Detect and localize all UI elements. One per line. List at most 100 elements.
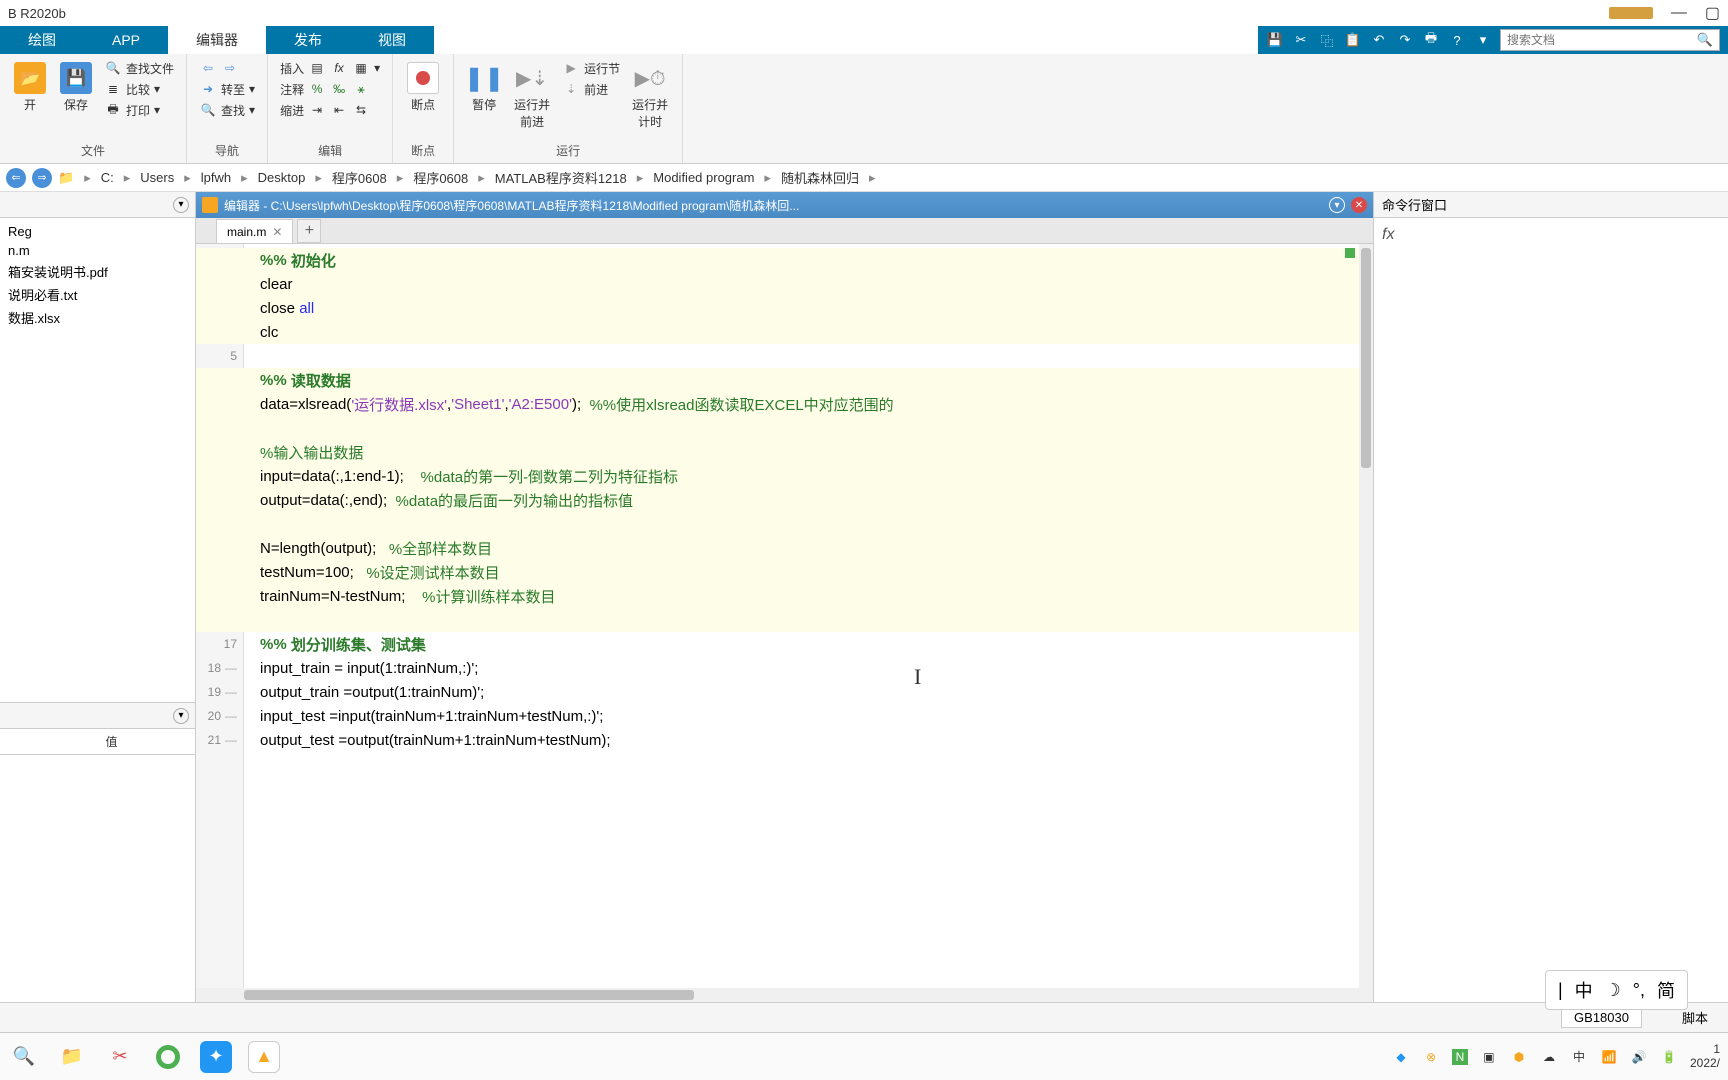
taskbar: 🔍 📁 ✂ ✦ ▲ ◆ ⊗ N ▣ ⬢ ☁ 中 📶 🔊 🔋 1 2022/ (0, 1032, 1728, 1080)
editor-titlebar[interactable]: 编辑器 - C:\Users\lpfwh\Desktop\程序0608\程序06… (196, 192, 1373, 218)
workspace-col-value[interactable]: 值 (98, 729, 196, 754)
minimize-button[interactable]: — (1671, 4, 1687, 22)
pause-button[interactable]: ❚❚ 暂停 (464, 58, 504, 134)
tray-lang[interactable]: 中 (1570, 1048, 1588, 1066)
code-body[interactable]: %% 初始化 clear close all clc %% 读取数据 data=… (244, 244, 1373, 988)
wifi-icon[interactable]: 📶 (1600, 1048, 1618, 1066)
tray-icon[interactable]: N (1452, 1049, 1468, 1065)
ribbon-edit-group: 插入 ▤fx▦▾ 注释 %‰⚹ 缩进 ⇥⇤⇆ 编辑 (268, 54, 393, 163)
text-cursor-icon: I (914, 664, 921, 690)
file-list[interactable]: Reg n.m 箱安装说明书.pdf 说明必看.txt 数据.xlsx (0, 218, 195, 702)
ribbon: 📂 开 💾 保存 🔍查找文件 ≣比较▾ 🖶打印▾ 文件 ⇦⇨ ➜转至▾ 🔍查找▾… (0, 54, 1728, 164)
save-icon[interactable]: 💾 (1266, 31, 1284, 49)
maximize-button[interactable]: ▢ (1705, 3, 1720, 23)
editor-menu-icon[interactable]: ▾ (1329, 197, 1345, 213)
address-bar[interactable]: ⇐ ⇒ 📁 ▸C: ▸Users ▸lpfwh ▸Desktop ▸程序0608… (0, 164, 1728, 192)
battery-icon (1609, 7, 1653, 19)
editor-tabs: main.m ✕ + (196, 218, 1373, 244)
workspace-col-name[interactable] (0, 729, 98, 754)
command-window: 命令行窗口 fx (1374, 192, 1728, 1002)
horizontal-scrollbar[interactable] (196, 988, 1373, 1002)
nav-back-button[interactable]: ⇦⇨ (197, 58, 257, 78)
ime-lang[interactable]: 中 (1575, 977, 1593, 1003)
clock[interactable]: 1 2022/ (1690, 1043, 1720, 1069)
breakpoint-button[interactable]: 断点 (403, 58, 443, 117)
tray-icon[interactable]: ⊗ (1422, 1048, 1440, 1066)
app-title: B R2020b (8, 6, 66, 21)
explorer-icon[interactable]: 📁 (56, 1041, 88, 1073)
matlab-icon[interactable]: ▲ (248, 1041, 280, 1073)
titlebar: B R2020b — ▢ (0, 0, 1728, 26)
comment-button[interactable]: 注释 %‰⚹ (278, 79, 382, 99)
save-button[interactable]: 💾 保存 (56, 58, 96, 120)
chrome-icon[interactable] (152, 1041, 184, 1073)
nav-fwd-icon[interactable]: ⇒ (32, 168, 52, 188)
command-title: 命令行窗口 (1374, 192, 1728, 218)
workspace-panel: ▾ 值 (0, 702, 195, 1002)
add-tab-button[interactable]: + (297, 219, 321, 243)
volume-icon[interactable]: 🔊 (1630, 1048, 1648, 1066)
search-docs[interactable]: 🔍 (1500, 29, 1720, 51)
indent-button[interactable]: 缩进 ⇥⇤⇆ (278, 100, 382, 120)
print-icon[interactable]: 🖶 (1422, 31, 1440, 49)
find-button[interactable]: 🔍查找▾ (197, 100, 257, 120)
main-area: ▾ Reg n.m 箱安装说明书.pdf 说明必看.txt 数据.xlsx ▾ … (0, 192, 1728, 1002)
tray-icon[interactable]: ▣ (1480, 1048, 1498, 1066)
tray-icon[interactable]: ☁ (1540, 1048, 1558, 1066)
tab-app[interactable]: APP (84, 26, 168, 54)
list-item[interactable]: 数据.xlsx (0, 306, 195, 329)
cut-icon[interactable]: ✂ (1292, 31, 1310, 49)
code-editor[interactable]: 1 2— 3— 4— 5 6 7— 8 9 10— 11— 12 13— 14—… (196, 244, 1373, 988)
moon-icon[interactable]: ☽ (1605, 980, 1621, 1001)
search-input[interactable] (1507, 33, 1697, 47)
tab-view[interactable]: 视图 (350, 26, 434, 54)
file-tab-main[interactable]: main.m ✕ (216, 219, 293, 243)
redo-icon[interactable]: ↷ (1396, 31, 1414, 49)
tab-close-icon[interactable]: ✕ (272, 225, 282, 239)
list-item[interactable]: n.m (0, 241, 195, 260)
insert-button[interactable]: 插入 ▤fx▦▾ (278, 58, 382, 78)
app-blue-icon[interactable]: ✦ (200, 1041, 232, 1073)
tray-icon[interactable]: ⬢ (1510, 1048, 1528, 1066)
folder-icon[interactable]: 📁 (58, 170, 74, 186)
encoding-status[interactable]: GB18030 (1561, 1007, 1642, 1028)
copy-icon[interactable]: ⿻ (1318, 31, 1336, 49)
close-icon[interactable]: ✕ (1351, 197, 1367, 213)
command-body[interactable]: fx (1374, 218, 1728, 1002)
ribbon-file-group: 📂 开 💾 保存 🔍查找文件 ≣比较▾ 🖶打印▾ 文件 (0, 54, 187, 163)
paste-icon[interactable]: 📋 (1344, 31, 1362, 49)
print-button[interactable]: 🖶打印▾ (102, 100, 176, 120)
ime-toolbar[interactable]: | 中 ☽ °, 简 (1545, 970, 1688, 1010)
tray-icon[interactable]: ◆ (1392, 1048, 1410, 1066)
snip-icon[interactable]: ✂ (104, 1041, 136, 1073)
find-files-button[interactable]: 🔍查找文件 (102, 58, 176, 78)
ime-mode[interactable]: 简 (1657, 977, 1675, 1003)
panel-menu-icon[interactable]: ▾ (173, 197, 189, 213)
compare-button[interactable]: ≣比较▾ (102, 79, 176, 99)
ime-punct-icon[interactable]: °, (1633, 980, 1645, 1001)
open-button[interactable]: 📂 开 (10, 58, 50, 120)
editor-icon (202, 197, 218, 213)
run-advance-button[interactable]: ▶⇣ 运行并 前进 (510, 58, 554, 134)
list-item[interactable]: 箱安装说明书.pdf (0, 260, 195, 283)
run-time-button[interactable]: ▶⏱ 运行并 计时 (628, 58, 672, 134)
help-icon[interactable]: ? (1448, 31, 1466, 49)
list-item[interactable]: 说明必看.txt (0, 283, 195, 306)
tab-publish[interactable]: 发布 (266, 26, 350, 54)
undo-icon[interactable]: ↶ (1370, 31, 1388, 49)
current-folder-panel: ▾ Reg n.m 箱安装说明书.pdf 说明必看.txt 数据.xlsx ▾ … (0, 192, 196, 1002)
search-icon[interactable]: 🔍 (1697, 32, 1713, 48)
run-section-button[interactable]: ▶运行节 (560, 58, 622, 78)
editor-panel: 编辑器 - C:\Users\lpfwh\Desktop\程序0608\程序06… (196, 192, 1374, 1002)
toolstrip-tabs: 绘图 APP 编辑器 发布 视图 💾 ✂ ⿻ 📋 ↶ ↷ 🖶 ? ▾ 🔍 (0, 26, 1728, 54)
list-item[interactable]: Reg (0, 222, 195, 241)
panel-menu-icon[interactable]: ▾ (173, 708, 189, 724)
goto-button[interactable]: ➜转至▾ (197, 79, 257, 99)
nav-back-icon[interactable]: ⇐ (6, 168, 26, 188)
battery-tray-icon[interactable]: 🔋 (1660, 1048, 1678, 1066)
step-button[interactable]: ⇣前进 (560, 79, 622, 99)
search-taskbar-icon[interactable]: 🔍 (8, 1041, 40, 1073)
dropdown-icon[interactable]: ▾ (1474, 31, 1492, 49)
tab-plot[interactable]: 绘图 (0, 26, 84, 54)
tab-editor[interactable]: 编辑器 (168, 26, 266, 54)
